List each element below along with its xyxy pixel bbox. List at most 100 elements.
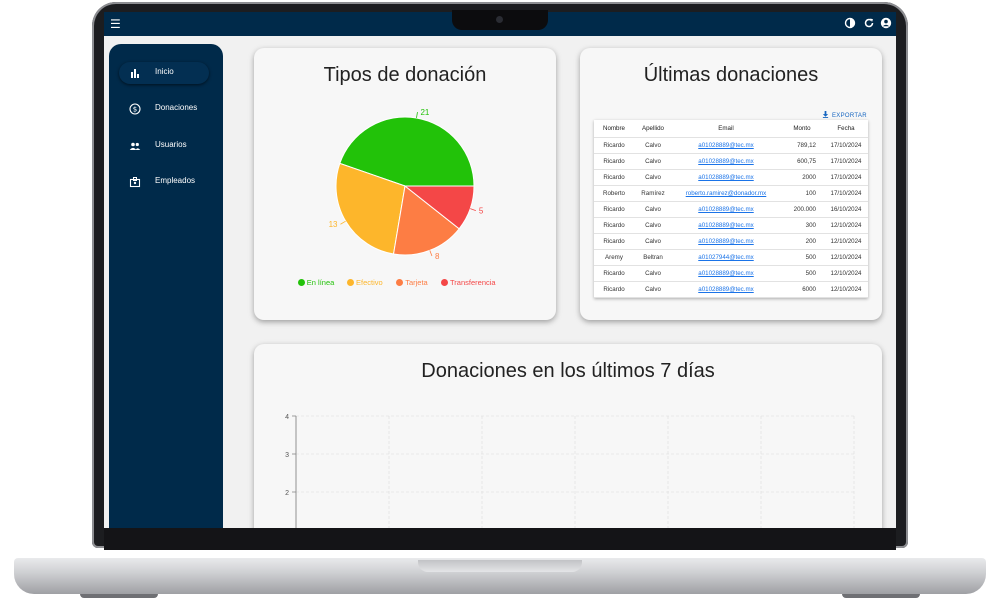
table-cell: 12/10/2024 [824,217,868,234]
table-row[interactable]: Ricardo Calvo a01028889@tec.mx 200.000 16/10… [594,201,868,218]
legend-dot [441,279,448,286]
sidebar-item-label: Empleados [155,176,196,185]
table-cell: Ricardo [594,137,634,154]
last-7-days-card: Donaciones en los últimos 7 días 432 [254,344,882,528]
email-link[interactable]: roberto.ramirez@donador.mx [672,185,780,202]
table-cell: 16/10/2024 [824,201,868,218]
email-link[interactable]: a01028889@tec.mx [672,217,780,234]
table-cell: Calvo [634,137,672,154]
table-cell: 200 [780,233,824,250]
table-cell: Calvo [634,169,672,186]
email-link[interactable]: a01028889@tec.mx [672,169,780,186]
legend-item[interactable]: En línea [297,278,335,287]
laptop-foot [80,594,158,598]
pie-data-label: 5 [479,207,484,216]
latest-donations-card: Últimas donaciones EXPORTAR Nombre Apelli… [580,48,882,320]
table-cell: Ramírez [634,185,672,202]
table-cell: 500 [780,265,824,282]
y-tick-label: 2 [285,490,289,497]
table-cell: Aremy [594,249,634,266]
table-row[interactable]: Aremy Beltran a01027944@tec.mx 500 12/10/202… [594,249,868,266]
table-header-row: Nombre Apellido Email Monto Fecha [594,120,868,138]
table-cell: 17/10/2024 [824,185,868,202]
table-cell: 12/10/2024 [824,265,868,282]
legend-label: Efectivo [356,278,383,287]
pie-label-leader [470,208,476,211]
y-tick-label: 4 [285,414,289,421]
account-icon[interactable] [880,17,892,29]
table-cell: Ricardo [594,201,634,218]
email-link[interactable]: a01028889@tec.mx [672,153,780,170]
table-cell: Calvo [634,153,672,170]
table-cell: Calvo [634,233,672,250]
legend-item[interactable]: Transferencia [441,278,496,287]
table-cell: Ricardo [594,281,634,298]
svg-text:$: $ [133,106,137,114]
bar-chart-icon [131,69,139,78]
column-header[interactable]: Nombre [594,120,634,138]
table-cell: Ricardo [594,233,634,250]
column-header[interactable]: Fecha [824,120,868,138]
sidebar-item-donaciones[interactable]: $ Donaciones [119,98,209,120]
sidebar-item-usuarios[interactable]: Usuarios [119,135,209,157]
table-row[interactable]: Ricardo Calvo a01028889@tec.mx 300 12/10/202… [594,217,868,234]
table-row[interactable]: Ricardo Calvo a01028889@tec.mx 789,12 17/10/… [594,137,868,154]
table-cell: 12/10/2024 [824,249,868,266]
last-7-days-chart: 4 3 2 [285,414,855,528]
contrast-icon[interactable] [844,17,856,29]
column-header[interactable]: Email [672,120,780,138]
table-cell: 100 [780,185,824,202]
table-cell: Ricardo [594,217,634,234]
table-cell: 2000 [780,169,824,186]
table-cell: 500 [780,249,824,266]
table-cell: 300 [780,217,824,234]
table-row[interactable]: Ricardo Calvo a01028889@tec.mx 6000 12/10/20… [594,281,868,298]
table-cell: 12/10/2024 [824,281,868,298]
email-link[interactable]: a01028889@tec.mx [672,233,780,250]
export-button[interactable]: EXPORTAR [822,111,867,119]
sidebar-item-label: Usuarios [155,140,187,149]
table-row[interactable]: Ricardo Calvo a01028889@tec.mx 200 12/10/202… [594,233,868,250]
table-row[interactable]: Ricardo Calvo a01028889@tec.mx 2000 17/10/20… [594,169,868,186]
dollar-icon: $ [129,103,141,115]
legend-label: En línea [306,278,335,287]
badge-icon [129,177,141,188]
legend-dot [347,279,354,286]
sidebar-item-empleados[interactable]: Empleados [119,171,209,193]
pie-label-leader [340,220,346,225]
sidebar: Inicio $ Donaciones Usuarios Empleados [109,44,223,528]
legend-label: Tarjeta [405,278,428,287]
email-link[interactable]: a01027944@tec.mx [672,249,780,266]
legend-label: Transferencia [450,278,496,287]
table-cell: Calvo [634,217,672,234]
column-header[interactable]: Monto [780,120,824,138]
sidebar-item-label: Inicio [155,67,174,76]
pie-label-leader [429,250,433,257]
legend-item[interactable]: Efectivo [347,278,383,287]
y-tick-label: 3 [285,452,289,459]
table-cell: 12/10/2024 [824,233,868,250]
table-cell: 789,12 [780,137,824,154]
table-row[interactable]: Roberto Ramírez roberto.ramirez@donador.mx… [594,185,868,202]
legend-item[interactable]: Tarjeta [396,278,428,287]
legend-dot [396,279,404,286]
table-row[interactable]: Ricardo Calvo a01028889@tec.mx 600,75 17/10/… [594,153,868,170]
email-link[interactable]: a01028889@tec.mx [672,265,780,282]
sidebar-item-inicio[interactable]: Inicio [119,62,209,84]
email-link[interactable]: a01028889@tec.mx [672,281,780,298]
table-row[interactable]: Ricardo Calvo a01028889@tec.mx 500 12/10/202… [594,265,868,282]
screen-bezel-bottom [104,528,896,550]
download-icon [822,111,829,118]
table-cell: 6000 [780,281,824,298]
table-cell: Ricardo [594,265,634,282]
table-cell: Ricardo [594,153,634,170]
email-link[interactable]: a01028889@tec.mx [672,201,780,218]
column-header[interactable]: Apellido [634,120,672,138]
table-card-title: Últimas donaciones [643,64,819,86]
menu-icon[interactable]: ☰ [110,17,121,31]
table-cell: 600,75 [780,153,824,170]
refresh-icon[interactable] [863,17,875,29]
email-link[interactable]: a01028889@tec.mx [672,137,780,154]
pie-data-label: 8 [435,252,440,261]
camera-icon [496,16,503,23]
